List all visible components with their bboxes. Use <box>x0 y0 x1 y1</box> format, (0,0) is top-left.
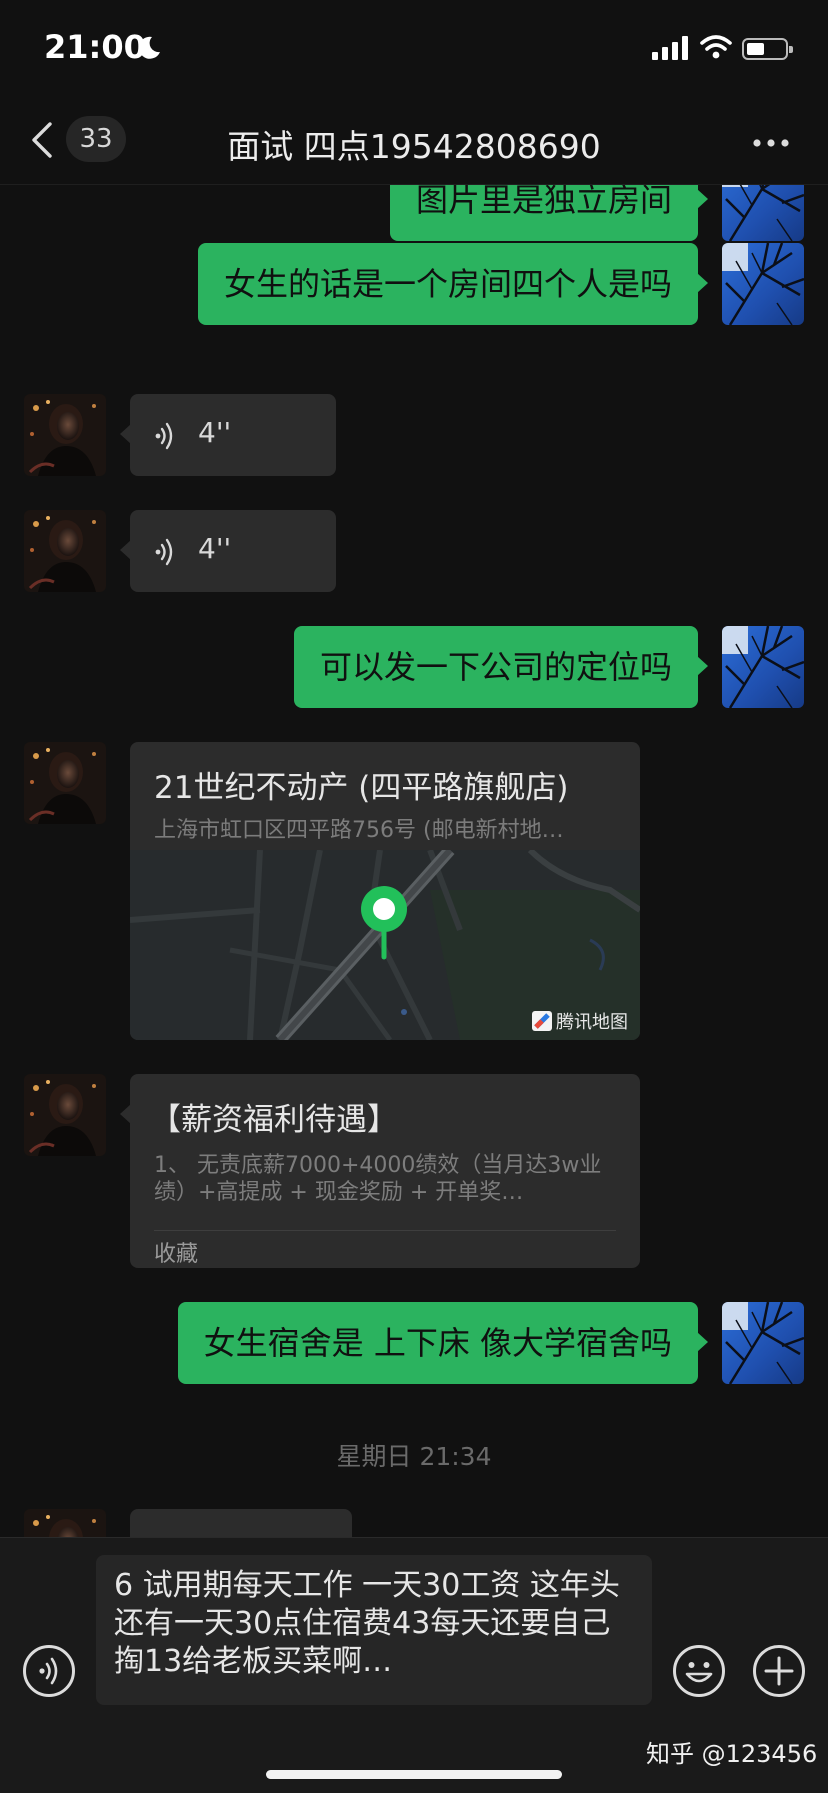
location-title: 21世纪不动产 (四平路旗舰店) <box>154 770 569 806</box>
contact-avatar[interactable] <box>24 394 106 476</box>
status-time: 21:00 <box>44 28 146 66</box>
card-description: 1、 无责底薪7000+4000绩效（当月达3w业绩）+高提成 + 现金奖励 +… <box>154 1153 602 1205</box>
message-row-incoming: 4'' <box>0 394 828 476</box>
contact-avatar[interactable] <box>24 510 106 592</box>
more-options-icon[interactable] <box>752 138 790 148</box>
map-brand: 腾讯地图 <box>532 1008 628 1034</box>
voice-message-bubble[interactable] <box>130 1509 352 1537</box>
voice-duration: 4'' <box>198 532 232 565</box>
voice-wave-icon <box>154 538 178 566</box>
favorite-note-card[interactable]: 【薪资福利待遇】 1、 无责底薪7000+4000绩效（当月达3w业绩）+高提成… <box>120 1074 640 1268</box>
my-avatar[interactable] <box>722 243 804 325</box>
message-row-incoming: 4'' <box>0 510 828 592</box>
message-row-incoming: 【薪资福利待遇】 1、 无责底薪7000+4000绩效（当月达3w业绩）+高提成… <box>0 1074 828 1268</box>
message-row-outgoing: 女生宿舍是 上下床 像大学宿舍吗 <box>0 1302 828 1384</box>
outgoing-text-bubble[interactable]: 女生宿舍是 上下床 像大学宿舍吗 <box>177 1302 709 1384</box>
card-source: 收藏 <box>154 1242 199 1267</box>
my-avatar[interactable] <box>722 626 804 708</box>
message-row-outgoing: 女生的话是一个房间四个人是吗 <box>0 243 828 325</box>
message-timestamp: 星期日 21:34 <box>336 1442 492 1471</box>
voice-wave-icon <box>154 422 178 450</box>
card-divider <box>154 1230 616 1231</box>
card-title: 【薪资福利待遇】 <box>150 1102 398 1138</box>
voice-duration: 4'' <box>198 416 232 449</box>
outgoing-text-bubble[interactable]: 女生的话是一个房间四个人是吗 <box>197 243 709 325</box>
plus-more-icon[interactable] <box>752 1644 806 1698</box>
voice-input-icon[interactable] <box>22 1644 76 1698</box>
location-address: 上海市虹口区四平路756号 (邮电新村地… <box>154 818 564 843</box>
battery-icon <box>742 38 793 60</box>
chat-header: 33 面试 四点19542808690 <box>0 100 828 185</box>
status-bar: 21:00 <box>0 0 828 100</box>
home-indicator[interactable] <box>266 1770 562 1779</box>
moon-icon <box>138 36 160 59</box>
voice-message-bubble[interactable]: 4'' <box>120 394 336 476</box>
map-brand-label: 腾讯地图 <box>556 1012 628 1033</box>
message-row-incoming: 21世纪不动产 (四平路旗舰店) 上海市虹口区四平路756号 (邮电新村地… 腾… <box>0 742 828 1040</box>
my-avatar[interactable] <box>722 185 804 241</box>
message-row-incoming <box>0 1509 828 1537</box>
chat-title: 面试 四点19542808690 <box>227 127 601 166</box>
message-list[interactable]: 图片里是独立房间 女生的话是一个房间四个人是吗 4'' 4'' 可以发一下公司的… <box>0 185 828 1537</box>
input-toolbar: 6 试用期每天工作 一天30工资 这年头还有一天30点住宿费43每天还要自己掏1… <box>0 1537 828 1793</box>
contact-avatar[interactable] <box>24 1509 106 1537</box>
outgoing-text-bubble[interactable]: 可以发一下公司的定位吗 <box>293 626 709 708</box>
outgoing-text-bubble[interactable]: 图片里是独立房间 <box>389 185 709 241</box>
emoji-icon[interactable] <box>672 1644 726 1698</box>
watermark: 知乎 @123456 <box>646 1740 818 1768</box>
tencent-map-logo-icon <box>532 1011 552 1031</box>
message-input[interactable]: 6 试用期每天工作 一天30工资 这年头还有一天30点住宿费43每天还要自己掏1… <box>96 1555 652 1705</box>
location-pin-icon <box>361 886 407 960</box>
contact-avatar[interactable] <box>24 742 106 824</box>
message-row-outgoing: 可以发一下公司的定位吗 <box>0 626 828 708</box>
location-card[interactable]: 21世纪不动产 (四平路旗舰店) 上海市虹口区四平路756号 (邮电新村地… 腾… <box>130 742 640 1040</box>
contact-avatar[interactable] <box>24 1074 106 1156</box>
my-avatar[interactable] <box>722 1302 804 1384</box>
wifi-icon <box>700 35 732 59</box>
cellular-signal-icon <box>652 36 688 60</box>
message-draft-text: 6 试用期每天工作 一天30工资 这年头还有一天30点住宿费43每天还要自己掏1… <box>114 1568 620 1679</box>
voice-message-bubble[interactable]: 4'' <box>120 510 336 592</box>
map-preview[interactable]: 腾讯地图 <box>130 850 640 1040</box>
message-row-outgoing: 图片里是独立房间 <box>0 185 828 241</box>
